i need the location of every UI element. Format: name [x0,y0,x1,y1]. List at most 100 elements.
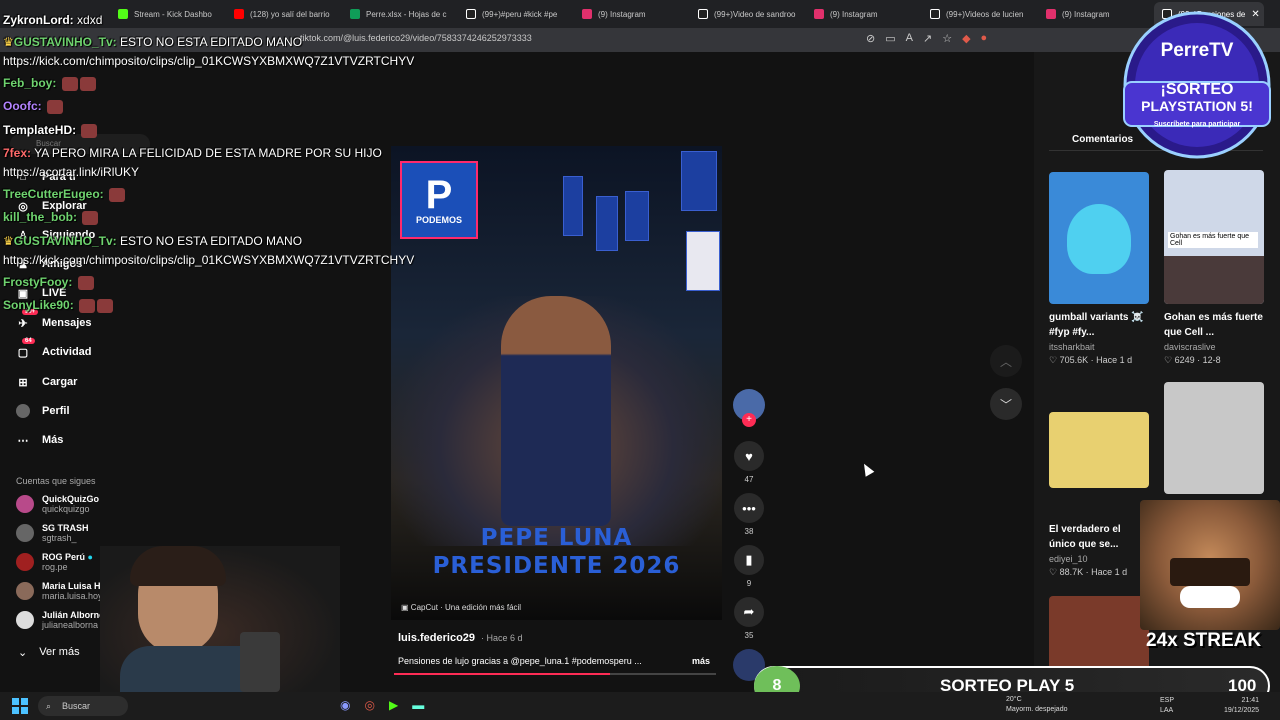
following-account[interactable]: Julián Albornoz julianealborna [16,610,109,630]
weather-widget[interactable]: 20°C Mayorm. despejado [1006,695,1067,715]
language-indicator[interactable]: ESP LAA [1160,696,1174,716]
play-icon[interactable]: ▶ [389,698,398,712]
translate-icon[interactable]: A [906,32,913,45]
emote-icon [61,76,78,91]
tab-label: (99+)Videos de lucien [946,9,1024,19]
avatar [16,495,34,513]
sidebar-item-cargar[interactable]: ⊞ Cargar [16,375,77,389]
app-icon[interactable]: ▬ [412,698,424,712]
avatar [16,553,34,571]
browser-tab[interactable]: (99+)Videos de lucien [922,2,1034,26]
profile-icon [16,404,30,418]
taskbar-apps: ◉ ◎ ▶ ▬ [340,698,424,712]
browser-tab[interactable]: Perre.xlsx - Hojas de c [342,2,454,26]
browser-tab[interactable]: (99+)#peru #kick #pe [458,2,570,26]
like-action[interactable]: ♥ 47 [733,441,765,484]
video-author[interactable]: luis.federico29 · Hace 6 d [398,632,523,644]
flag-graphic [681,151,717,211]
comment-action[interactable]: ••• 38 [733,493,765,536]
tab-label: (9) Instagram [598,9,646,19]
instagram-icon [582,9,592,19]
sidebar-item-label: Más [42,434,64,446]
flag-graphic [625,191,649,241]
video-thumbnail[interactable] [1049,412,1149,488]
video-age: Hace 1 d [1096,355,1133,365]
youtube-icon [234,9,244,19]
video-title[interactable]: El verdadero el único que se... [1049,522,1149,552]
video-stats: ♡ 6249 · 12-8 [1164,355,1221,365]
browser-tab[interactable]: (9) Instagram [574,2,686,26]
clock-date: 19/12/2025 [1224,707,1260,714]
following-account[interactable]: ROG Perú ● rog.pe [16,552,93,572]
save-action[interactable]: ▮ 9 [733,545,765,588]
cast-icon[interactable]: ▭ [885,32,895,45]
next-video-button[interactable]: ﹀ [990,388,1022,420]
bookmark-icon[interactable]: ☆ [942,32,952,45]
video-user[interactable]: ediyei_10 [1049,554,1088,564]
chat-username: TemplateHD: [3,123,77,137]
chat-link[interactable]: https://acortar.link/iRlUKY [3,165,139,179]
more-link[interactable]: más [692,656,710,666]
comment-icon[interactable]: ••• [734,493,764,523]
share-icon[interactable]: ↗ [923,32,932,45]
video-title[interactable]: gumball variants ☠️ #fyp #fy... [1049,310,1149,340]
video-progress[interactable] [394,673,716,675]
browser-tab[interactable]: (9) Instagram [806,2,918,26]
sidebar-item-mensajes[interactable]: ✈ 99+ Mensajes [16,309,92,330]
tiktok-icon [466,9,476,19]
video-user[interactable]: daviscraslive [1164,342,1216,352]
see-more-button[interactable]: ⌄ Ver más [18,646,80,659]
video-thumbnail[interactable] [1164,382,1264,494]
bookmark-icon[interactable]: ▮ [734,545,764,575]
video-headline: PEPE LUNA PRESIDENTE 2026 [391,524,722,580]
browser-tab[interactable]: (128) yo salí del barrio [226,2,338,26]
instagram-icon [814,9,824,19]
sidebar-item-mas[interactable]: ⋯ Más [16,433,64,447]
heart-icon: ♡ [1049,355,1058,365]
following-title: Cuentas que sigues [16,476,96,486]
mouse-cursor [859,461,875,477]
chat-username: kill_the_bob: [3,210,78,224]
reaction-face-graphic [1140,500,1280,630]
heart-icon[interactable]: ♥ [734,441,764,471]
previous-video-button[interactable]: ︿ [990,345,1022,377]
following-account[interactable]: QuickQuizGo quickquizgo [16,494,99,514]
post-time: · Hace 6 d [481,633,523,643]
following-account[interactable]: SG TRASH sgtrash_ [16,523,89,543]
url-field[interactable]: tiktok.com/@luis.federico29/video/758337… [300,33,532,43]
tab-label: (128) yo salí del barrio [250,9,330,19]
video-user[interactable]: itssharkbait [1049,342,1095,352]
discord-icon[interactable]: ◉ [340,698,350,712]
heart-icon: ♡ [1049,567,1058,577]
chevron-up-icon: ︿ [999,354,1012,369]
browser-tab[interactable]: Stream - Kick Dashbo [110,2,222,26]
share-count: 35 [744,631,754,640]
share-icon[interactable]: ➦ [734,597,764,627]
chat-link[interactable]: https://kick.com/chimposito/clips/clip_0… [3,54,414,68]
chat-username: FrostyFooy: [3,275,73,289]
video-thumbnail[interactable] [1049,172,1149,304]
capcut-tag[interactable]: ▣ CapCut · Una edición más fácil [401,603,521,612]
creator-avatar[interactable]: + [733,389,765,427]
follow-plus-icon[interactable]: + [742,413,756,427]
extension-icon[interactable]: ● [981,32,988,45]
extension-icon[interactable]: ◆ [962,32,970,45]
video-thumbnail[interactable]: Gohan es más fuerte que Cell [1164,170,1264,304]
share-action[interactable]: ➦ 35 [733,597,765,640]
chrome-icon[interactable]: ◎ [364,698,374,712]
windows-start-icon[interactable] [12,698,28,714]
clock[interactable]: 21:41 19/12/2025 [1224,696,1259,716]
logo-name: PODEMOS [415,215,462,225]
mute-icon[interactable]: ⊘ [866,32,875,45]
video-player[interactable]: P PODEMOS PEPE LUNA PRESIDENTE 2026 ▣ Ca… [391,146,722,620]
chat-link[interactable]: https://kick.com/chimposito/clips/clip_0… [3,253,414,267]
taskbar-search[interactable]: ⌕ Buscar [38,696,128,716]
sidebar-item-actividad[interactable]: ▢ 64 Actividad [16,338,92,359]
video-title[interactable]: Gohan es más fuerte que Cell ... [1164,310,1264,340]
avatar [16,582,34,600]
browser-tab[interactable]: (99+)Video de sandroo [690,2,802,26]
crown-icon: ♛ [3,234,14,248]
emote-icon [97,298,114,313]
sidebar-item-perfil[interactable]: Perfil [16,404,70,418]
account-name: SG TRASH [42,523,89,533]
